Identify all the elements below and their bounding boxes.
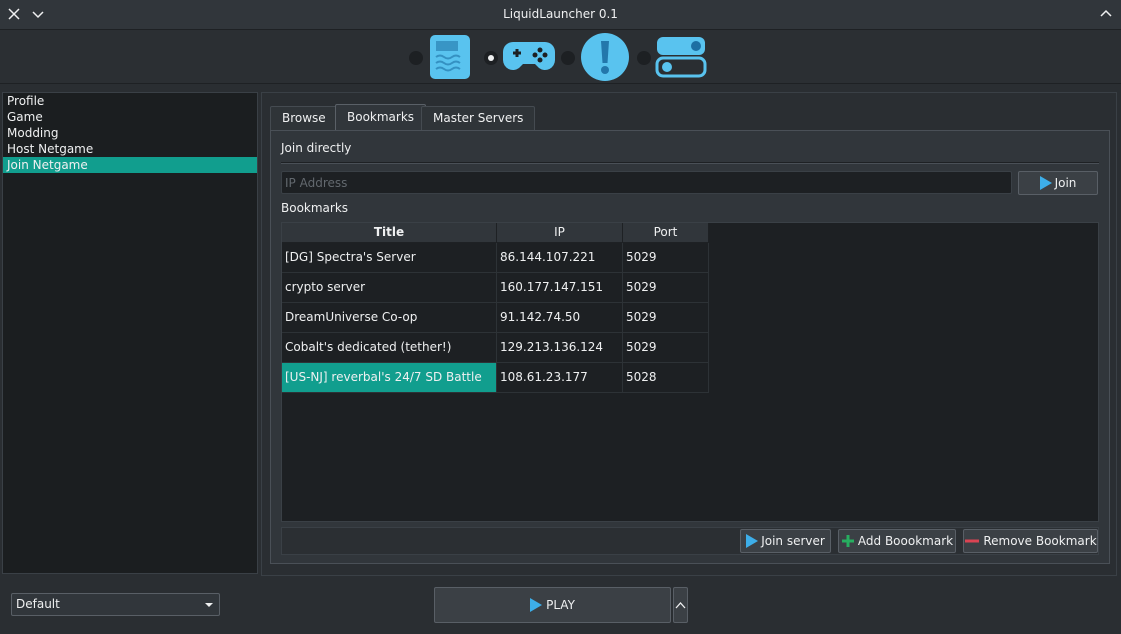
column-header-title[interactable]: Title xyxy=(282,223,497,243)
sidebar-item-profile[interactable]: Profile xyxy=(3,93,257,109)
exclamation-icon[interactable] xyxy=(580,32,630,82)
toggle-settings-icon[interactable] xyxy=(655,36,707,78)
nav-dot-game[interactable] xyxy=(484,51,498,65)
bottom-bar: Default PLAY xyxy=(0,578,1121,634)
window-title: LiquidLauncher 0.1 xyxy=(503,7,618,21)
gamepad-icon[interactable] xyxy=(503,38,555,74)
ip-address-input[interactable] xyxy=(281,171,1012,194)
join-server-label: Join server xyxy=(761,534,825,548)
bookmarks-tab-content: Join directly Join Bookmarks Title IP Po… xyxy=(270,130,1110,564)
cell-title: [DG] Spectra's Server xyxy=(282,243,497,273)
sidebar-item-game[interactable]: Game xyxy=(3,109,257,125)
play-button-label: PLAY xyxy=(546,598,575,612)
add-bookmark-label: Add Boookmark xyxy=(857,534,954,548)
cell-port: 5028 xyxy=(623,363,709,393)
cell-title: DreamUniverse Co-op xyxy=(282,303,497,333)
caret-down-icon xyxy=(205,603,213,607)
chevron-up-icon[interactable] xyxy=(1097,5,1115,23)
table-row[interactable]: crypto server 160.177.147.151 5029 xyxy=(282,273,709,303)
play-options-button[interactable] xyxy=(673,587,688,623)
table-row[interactable]: DreamUniverse Co-op 91.142.74.50 5029 xyxy=(282,303,709,333)
minus-icon xyxy=(965,539,980,543)
play-icon xyxy=(530,598,543,612)
plus-icon xyxy=(841,535,854,547)
profile-select-value: Default xyxy=(16,597,60,611)
cell-ip: 86.144.107.221 xyxy=(497,243,623,273)
chevron-up-icon xyxy=(675,602,686,609)
tab-master-servers[interactable]: Master Servers xyxy=(421,106,536,130)
cell-title: crypto server xyxy=(282,273,497,303)
separator xyxy=(281,162,1099,164)
tab-browse[interactable]: Browse xyxy=(270,106,338,130)
bookmarks-table: Title IP Port [DG] Spectra's Server 86.1… xyxy=(281,222,1099,522)
cell-ip: 108.61.23.177 xyxy=(497,363,623,393)
table-row[interactable]: Cobalt's dedicated (tether!) 129.213.136… xyxy=(282,333,709,363)
sidebar-item-join-netgame[interactable]: Join Netgame xyxy=(3,157,257,173)
cell-port: 5029 xyxy=(623,243,709,273)
cell-port: 5029 xyxy=(623,273,709,303)
cell-ip: 129.213.136.124 xyxy=(497,333,623,363)
tab-bookmarks[interactable]: Bookmarks xyxy=(335,104,427,131)
play-button[interactable]: PLAY xyxy=(434,587,671,623)
join-directly-label: Join directly xyxy=(281,141,352,155)
sidebar-item-host-netgame[interactable]: Host Netgame xyxy=(3,141,257,157)
play-icon xyxy=(746,534,759,548)
cell-title: [US-NJ] reverbal's 24/7 SD Battle xyxy=(282,363,497,393)
nav-dot-info[interactable] xyxy=(561,51,575,65)
cell-port: 5029 xyxy=(623,303,709,333)
cell-ip: 91.142.74.50 xyxy=(497,303,623,333)
sidebar-item-modding[interactable]: Modding xyxy=(3,125,257,141)
play-icon xyxy=(1039,176,1052,190)
table-header: Title IP Port xyxy=(282,223,709,243)
remove-bookmark-button[interactable]: Remove Bookmark xyxy=(963,529,1098,553)
bookmarks-toolbar: Join server Add Boookmark Remove Bookmar… xyxy=(281,527,1099,555)
cell-ip: 160.177.147.151 xyxy=(497,273,623,303)
table-row-selected[interactable]: [US-NJ] reverbal's 24/7 SD Battle 108.61… xyxy=(282,363,709,393)
document-icon[interactable] xyxy=(427,33,475,81)
nav-dot-profile[interactable] xyxy=(409,51,423,65)
remove-bookmark-label: Remove Bookmark xyxy=(983,534,1097,548)
column-header-port[interactable]: Port xyxy=(623,223,709,243)
nav-dot-settings[interactable] xyxy=(637,51,651,65)
title-bar: LiquidLauncher 0.1 xyxy=(0,0,1121,30)
table-row[interactable]: [DG] Spectra's Server 86.144.107.221 502… xyxy=(282,243,709,273)
cell-title: Cobalt's dedicated (tether!) xyxy=(282,333,497,363)
join-server-button[interactable]: Join server xyxy=(740,529,831,553)
cell-port: 5029 xyxy=(623,333,709,363)
column-header-ip[interactable]: IP xyxy=(497,223,623,243)
join-button-label: Join xyxy=(1054,176,1077,190)
add-bookmark-button[interactable]: Add Boookmark xyxy=(838,529,956,553)
main-panel: Browse Bookmarks Master Servers Join dir… xyxy=(261,92,1117,576)
bookmarks-label: Bookmarks xyxy=(281,201,349,215)
join-button[interactable]: Join xyxy=(1018,171,1098,195)
profile-select[interactable]: Default xyxy=(11,593,220,616)
sidebar: Profile Game Modding Host Netgame Join N… xyxy=(2,92,258,574)
